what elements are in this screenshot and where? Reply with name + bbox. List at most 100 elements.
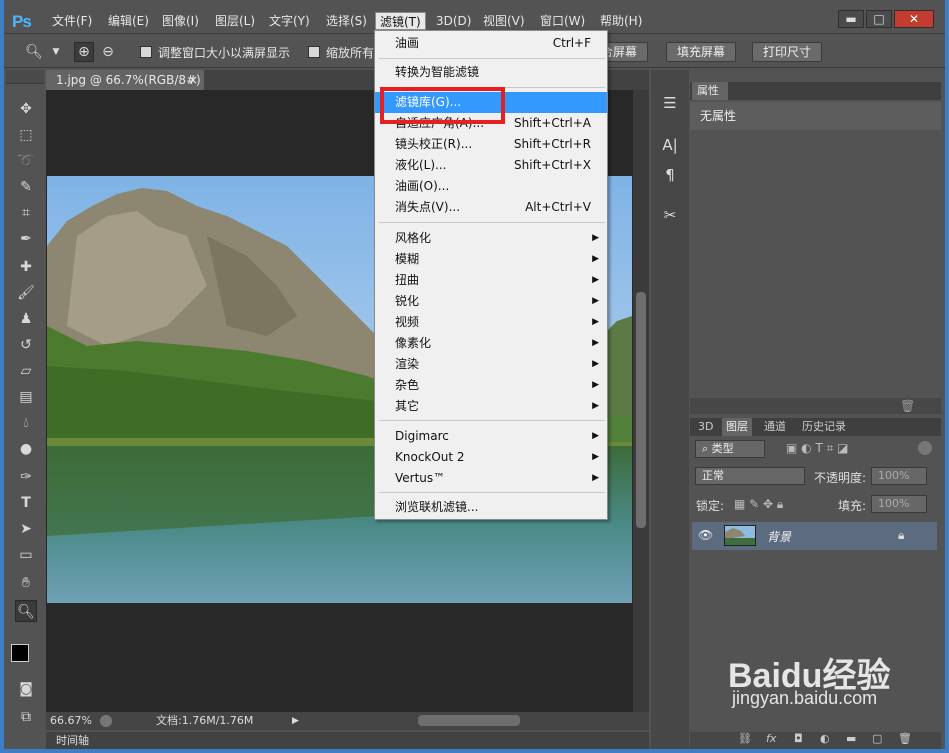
blur-tool-icon[interactable]: 💧︎ — [15, 412, 37, 434]
fx-icon[interactable]: fx — [766, 732, 776, 745]
move-tool-icon[interactable]: ✥ — [15, 98, 37, 120]
menu-filter[interactable]: 滤镜(T) — [375, 12, 426, 30]
maximize-button[interactable]: □ — [866, 10, 892, 28]
healing-brush-icon[interactable]: ✚ — [15, 256, 37, 278]
filter-toggle-icon[interactable] — [918, 441, 932, 455]
tab-close-icon[interactable]: × — [188, 70, 198, 90]
vertical-scroll-thumb[interactable] — [636, 292, 646, 528]
menu-item-distort[interactable]: 扭曲 ▶ — [375, 270, 607, 291]
link-layers-icon[interactable]: ⛓ — [738, 732, 752, 745]
status-info-icon[interactable] — [100, 715, 112, 727]
adjustment-layer-icon[interactable]: ◐ — [820, 732, 830, 745]
zoom-tool-icon[interactable]: 🔍︎ — [15, 600, 37, 622]
screen-mode-icon[interactable]: ⧉ — [15, 706, 37, 728]
chevron-down-icon[interactable]: ▼ — [46, 42, 66, 62]
layer-thumbnail[interactable] — [724, 525, 756, 546]
menu-window[interactable]: 窗口(W) — [536, 12, 589, 30]
layer-filter-select[interactable]: ⌕ 类型 — [695, 440, 765, 458]
character-panel-icon[interactable]: A| — [657, 132, 683, 158]
tool-presets-icon[interactable]: ✂ — [657, 202, 683, 228]
fill-screen-button[interactable]: 填充屏幕 — [666, 42, 737, 62]
hand-tool-icon[interactable]: ✋︎ — [15, 572, 37, 594]
blend-mode-select[interactable]: 正常 — [695, 467, 805, 485]
menu-item-last-filter[interactable]: 油画 Ctrl+F — [375, 33, 607, 54]
quick-select-tool-icon[interactable]: ✎ — [15, 176, 37, 198]
zoom-tool-preset-icon[interactable]: 🔍︎ — [24, 42, 44, 62]
minimize-button[interactable]: ▬ — [838, 10, 864, 28]
eyedropper-tool-icon[interactable]: ✒ — [15, 228, 37, 250]
menu-item-oil-paint[interactable]: 油画(O)... — [375, 176, 607, 197]
rectangle-tool-icon[interactable]: ▭ — [15, 544, 37, 566]
menu-item-browse-online-filters[interactable]: 浏览联机滤镜... — [375, 497, 607, 518]
menu-view[interactable]: 视图(V) — [479, 12, 529, 30]
delete-layer-icon[interactable]: 🗑︎ — [898, 732, 912, 745]
tab-channels[interactable]: 通道 — [760, 418, 790, 436]
menu-item-knockout[interactable]: KnockOut 2 ▶ — [375, 447, 607, 468]
history-brush-icon[interactable]: ↺ — [15, 334, 37, 356]
menu-item-other[interactable]: 其它 ▶ — [375, 396, 607, 417]
tab-history[interactable]: 历史记录 — [798, 418, 850, 436]
crop-tool-icon[interactable]: ⌗ — [15, 202, 37, 224]
menu-item-lens-correction[interactable]: 镜头校正(R)... Shift+Ctrl+R — [375, 134, 607, 155]
quick-mask-icon[interactable]: ◙ — [15, 678, 37, 700]
horizontal-scroll-thumb[interactable] — [418, 715, 520, 726]
opacity-input[interactable]: 100% — [871, 467, 927, 485]
menu-item-vertus[interactable]: Vertus™ ▶ — [375, 468, 607, 489]
menu-item-sharpen[interactable]: 锐化 ▶ — [375, 291, 607, 312]
close-button[interactable]: ✕ — [894, 10, 934, 28]
status-menu-arrow-icon[interactable]: ▶ — [292, 712, 299, 730]
menu-item-digimarc[interactable]: Digimarc ▶ — [375, 426, 607, 447]
menu-item-vanishing-point[interactable]: 消失点(V)... Alt+Ctrl+V — [375, 197, 607, 218]
menu-item-render[interactable]: 渲染 ▶ — [375, 354, 607, 375]
gradient-tool-icon[interactable]: ▤ — [15, 386, 37, 408]
new-group-icon[interactable]: ▬ — [846, 732, 856, 745]
resize-windows-checkbox[interactable] — [140, 46, 152, 58]
tab-layers[interactable]: 图层 — [722, 418, 752, 436]
stamp-tool-icon[interactable]: ♟ — [15, 308, 37, 330]
menu-edit[interactable]: 编辑(E) — [104, 12, 153, 30]
properties-tab[interactable]: 属性 — [692, 82, 728, 100]
menu-item-stylize[interactable]: 风格化 ▶ — [375, 228, 607, 249]
lock-icons[interactable]: ▦ ✎ ✥ 🔒︎ — [734, 497, 783, 512]
menu-item-convert-smart-filter[interactable]: 转换为智能滤镜 — [375, 62, 607, 83]
zoom-level[interactable]: 66.67% — [50, 712, 92, 730]
menu-file[interactable]: 文件(F) — [48, 12, 96, 30]
filter-type-icons[interactable]: ▣ ◐ T ⌗ ◪ — [786, 441, 849, 456]
add-mask-icon[interactable]: ◘ — [794, 732, 803, 745]
marquee-tool-icon[interactable]: ⬚ — [15, 124, 37, 146]
eraser-tool-icon[interactable]: ▱ — [15, 360, 37, 382]
menu-type[interactable]: 文字(Y) — [265, 12, 314, 30]
menu-3d[interactable]: 3D(D) — [432, 12, 475, 30]
menu-item-video[interactable]: 视频 ▶ — [375, 312, 607, 333]
menu-item-blur[interactable]: 模糊 ▶ — [375, 249, 607, 270]
menu-image[interactable]: 图像(I) — [158, 12, 203, 30]
tools-panel-header[interactable] — [6, 70, 44, 84]
paragraph-panel-icon[interactable]: ¶ — [657, 162, 683, 188]
trash-icon[interactable]: 🗑︎ — [900, 399, 915, 413]
lasso-tool-icon[interactable]: ➰ — [15, 150, 37, 172]
fill-input[interactable]: 100% — [871, 495, 927, 513]
new-layer-icon[interactable]: ▢ — [872, 732, 882, 745]
brush-tool-icon[interactable]: 🖌︎ — [15, 282, 37, 304]
type-tool-icon[interactable]: T — [15, 492, 37, 514]
layer-name[interactable]: 背景 — [767, 528, 791, 545]
menu-layer[interactable]: 图层(L) — [211, 12, 259, 30]
menu-item-noise[interactable]: 杂色 ▶ — [375, 375, 607, 396]
foreground-color-swatch[interactable] — [11, 644, 29, 662]
tab-3d[interactable]: 3D — [694, 418, 717, 436]
dodge-tool-icon[interactable]: ● — [15, 438, 37, 460]
menu-item-pixelate[interactable]: 像素化 ▶ — [375, 333, 607, 354]
zoom-all-checkbox[interactable] — [308, 46, 320, 58]
zoom-out-icon[interactable]: ⊖ — [98, 42, 118, 62]
timeline-panel[interactable]: 时间轴 — [46, 732, 649, 749]
menu-select[interactable]: 选择(S) — [322, 12, 371, 30]
visibility-eye-icon[interactable]: 👁︎ — [698, 528, 713, 542]
document-tab[interactable]: 1.jpg @ 66.7%(RGB/8#) × — [46, 70, 204, 90]
zoom-in-icon[interactable]: ⊕ — [74, 42, 94, 62]
print-size-button[interactable]: 打印尺寸 — [752, 42, 823, 62]
path-select-icon[interactable]: ➤ — [15, 518, 37, 540]
pen-tool-icon[interactable]: ✑ — [15, 466, 37, 488]
menu-item-liquify[interactable]: 液化(L)... Shift+Ctrl+X — [375, 155, 607, 176]
history-panel-icon[interactable]: ☰ — [657, 90, 683, 116]
menu-help[interactable]: 帮助(H) — [596, 12, 646, 30]
